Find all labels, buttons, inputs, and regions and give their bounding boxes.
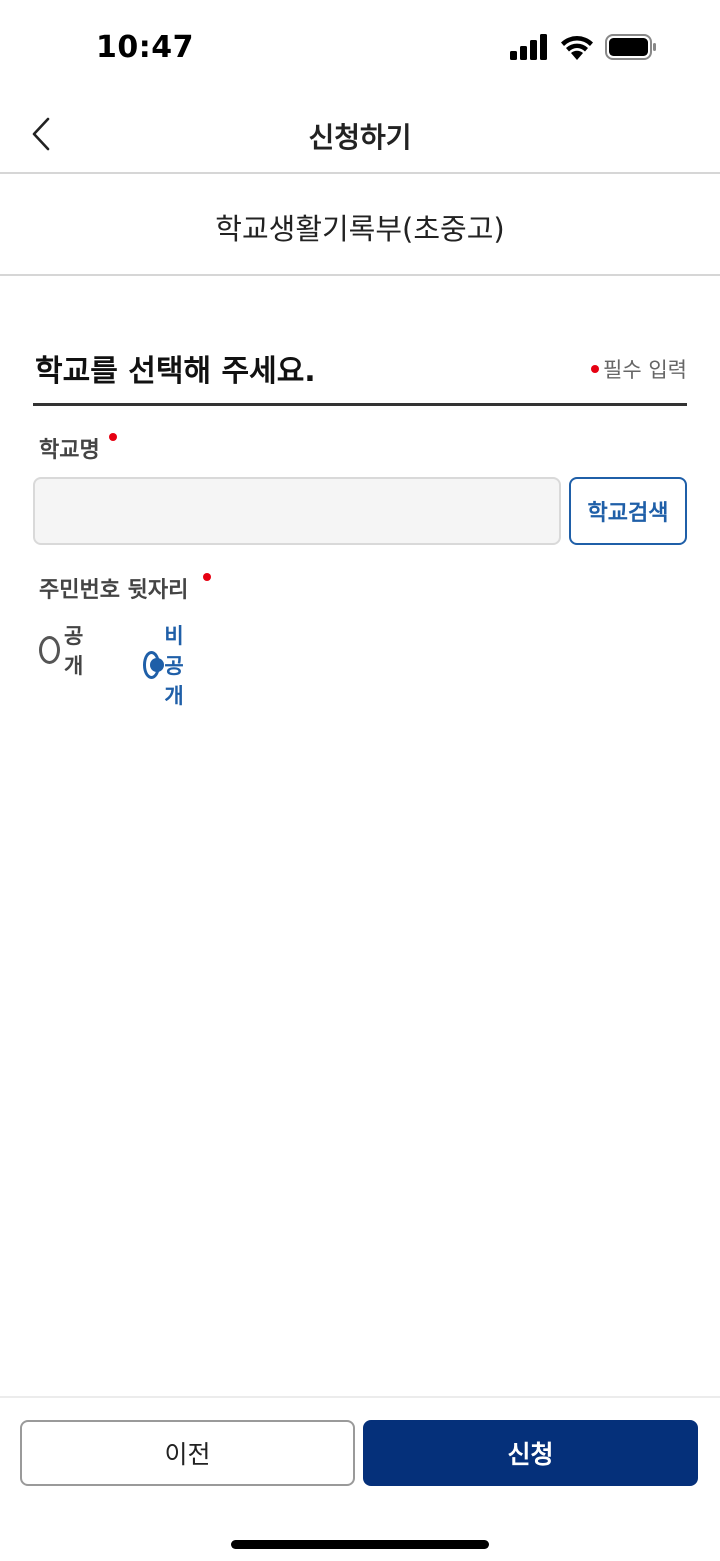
service-header: 학교생활기록부(초중고) — [0, 174, 720, 276]
radio-unchecked-icon — [39, 636, 60, 664]
radio-public-label: 공개 — [64, 624, 84, 678]
section-header: 학교를 선택해 주세요. 필수 입력 — [33, 340, 687, 406]
radio-public[interactable]: 공개 — [39, 620, 90, 680]
required-note: 필수 입력 — [591, 354, 687, 384]
resident-number-label-text: 주민번호 뒷자리 — [39, 578, 189, 603]
submit-button[interactable]: 신청 — [363, 1420, 698, 1486]
screen: 10:47 신청하기 학교생활기록부(초중고) 학교를 선택해 주세요. 필수 … — [0, 0, 720, 1561]
school-name-label: 학교명 — [39, 432, 100, 464]
status-time: 10:47 — [96, 30, 194, 65]
signal-icon — [510, 34, 547, 60]
radio-checked-icon — [143, 651, 165, 679]
school-name-input[interactable] — [33, 477, 561, 545]
radio-private-label: 비공개 — [164, 624, 184, 708]
resident-number-label: 주민번호 뒷자리 — [39, 572, 188, 604]
radio-private[interactable]: 비공개 — [143, 620, 194, 710]
home-indicator[interactable] — [231, 1540, 489, 1549]
bottom-action-bar: 이전 신청 — [0, 1396, 720, 1561]
service-title: 학교생활기록부(초중고) — [215, 212, 505, 246]
page-title: 신청하기 — [308, 121, 412, 154]
required-dot-icon — [591, 365, 600, 373]
status-bar: 10:47 — [0, 0, 720, 96]
battery-icon — [605, 34, 656, 60]
nav-bar: 신청하기 — [0, 96, 720, 174]
required-note-label: 필수 입력 — [603, 358, 687, 382]
school-search-button[interactable]: 학교검색 — [569, 477, 687, 545]
wifi-icon — [561, 36, 593, 60]
school-name-label-text: 학교명 — [39, 438, 100, 463]
prev-button[interactable]: 이전 — [20, 1420, 355, 1486]
required-dot-icon — [203, 573, 211, 581]
required-dot-icon — [109, 433, 117, 441]
section-title: 학교를 선택해 주세요. — [35, 354, 316, 389]
